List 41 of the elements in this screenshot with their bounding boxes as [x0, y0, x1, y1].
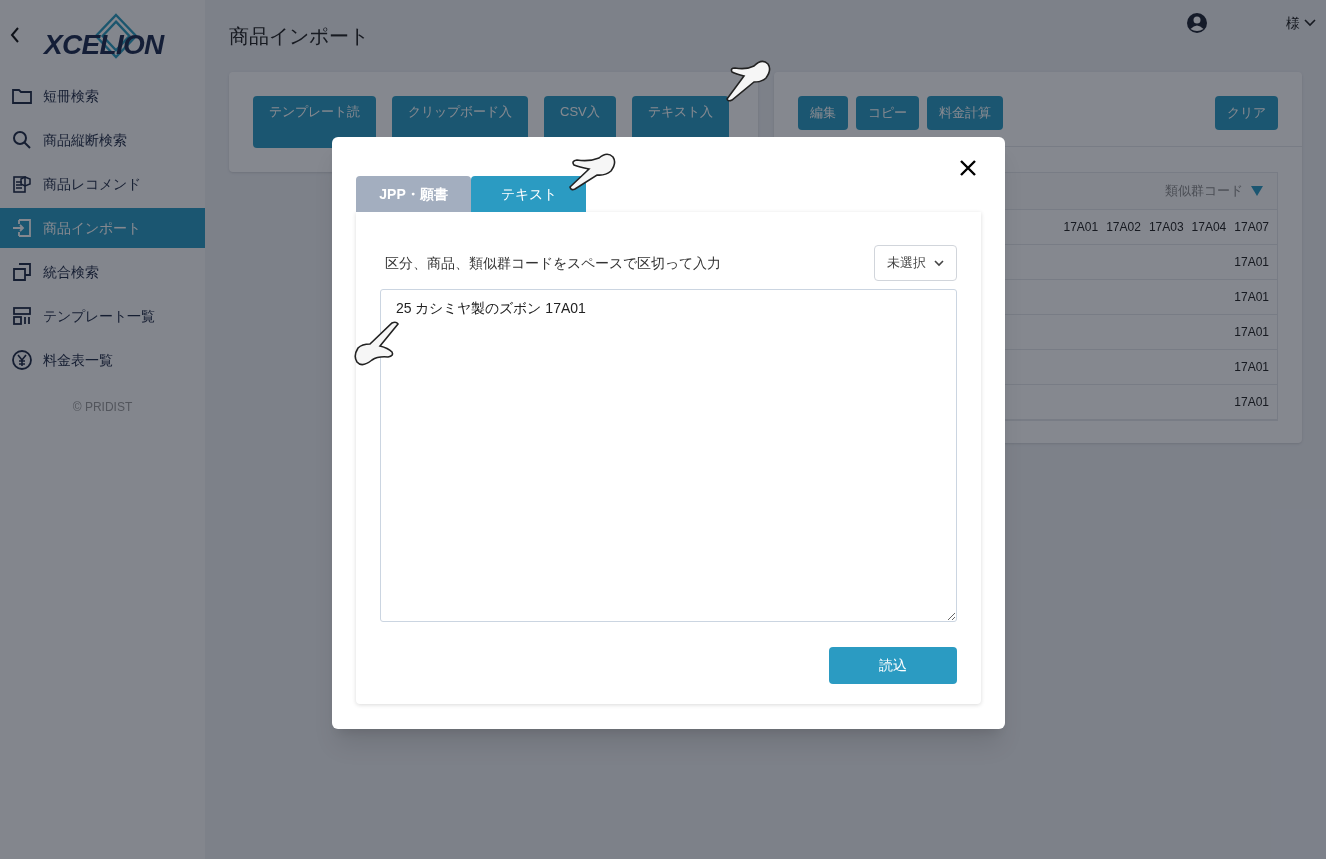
table-cell-text: 17A01	[1234, 254, 1269, 271]
select-dropdown[interactable]: 未選択	[874, 245, 957, 281]
table-cell-text: 17A01	[1234, 359, 1269, 376]
table-cell-text: 17A01	[1234, 324, 1269, 341]
table-cell-text: 17A07	[1234, 219, 1269, 236]
text-input-field[interactable]: 25 カシミヤ製のズボン 17A01	[380, 289, 957, 622]
layout-icon	[11, 305, 33, 327]
import-icon	[11, 217, 33, 239]
yen-icon	[11, 349, 33, 371]
sidebar-item[interactable]: 商品縦断検索	[0, 120, 205, 160]
table-cell-text: 17A04	[1191, 219, 1227, 236]
close-icon	[960, 160, 976, 176]
action-button[interactable]: 編集	[798, 96, 848, 130]
tab[interactable]: JPP・願書	[356, 176, 471, 212]
back-icon[interactable]	[8, 25, 22, 45]
tab[interactable]: テキスト	[471, 176, 586, 212]
chevron-down-icon	[934, 259, 944, 267]
table-cell-text: 17A02	[1106, 219, 1141, 236]
sidebar-item[interactable]: 短冊検索	[0, 76, 205, 116]
page-title: 商品インポート	[229, 24, 370, 49]
clear-button[interactable]: クリア	[1215, 96, 1278, 130]
import-button[interactable]: テンプレート読	[253, 96, 376, 148]
sidebar-item[interactable]: 料金表一覧	[0, 340, 205, 380]
instruction-text: 区分、商品、類似群コードをスペースで区切って入力	[384, 253, 721, 273]
document-box-icon	[11, 173, 33, 195]
sidebar-item[interactable]: テンプレート一覧	[0, 296, 205, 336]
table-cell-text: 17A03	[1148, 219, 1184, 236]
chevron-down-icon	[1304, 19, 1316, 27]
search-icon	[11, 129, 33, 151]
table-cell-text: 17A01	[1063, 219, 1099, 236]
load-button[interactable]: 読込	[829, 647, 957, 684]
action-button[interactable]: 料金計算	[927, 96, 1003, 130]
sidebar-item[interactable]: 商品レコメンド	[0, 164, 205, 204]
user-avatar-icon[interactable]	[1186, 12, 1208, 34]
user-menu[interactable]: 様	[1286, 12, 1316, 34]
sidebar-item[interactable]: 統合検索	[0, 252, 205, 292]
sidebar-item[interactable]: 商品インポート	[0, 208, 205, 248]
table-cell-text: 17A01	[1234, 394, 1269, 411]
overlap-squares-icon	[11, 261, 33, 283]
table-cell-text: 17A01	[1234, 289, 1269, 306]
action-button[interactable]: コピー	[856, 96, 919, 130]
